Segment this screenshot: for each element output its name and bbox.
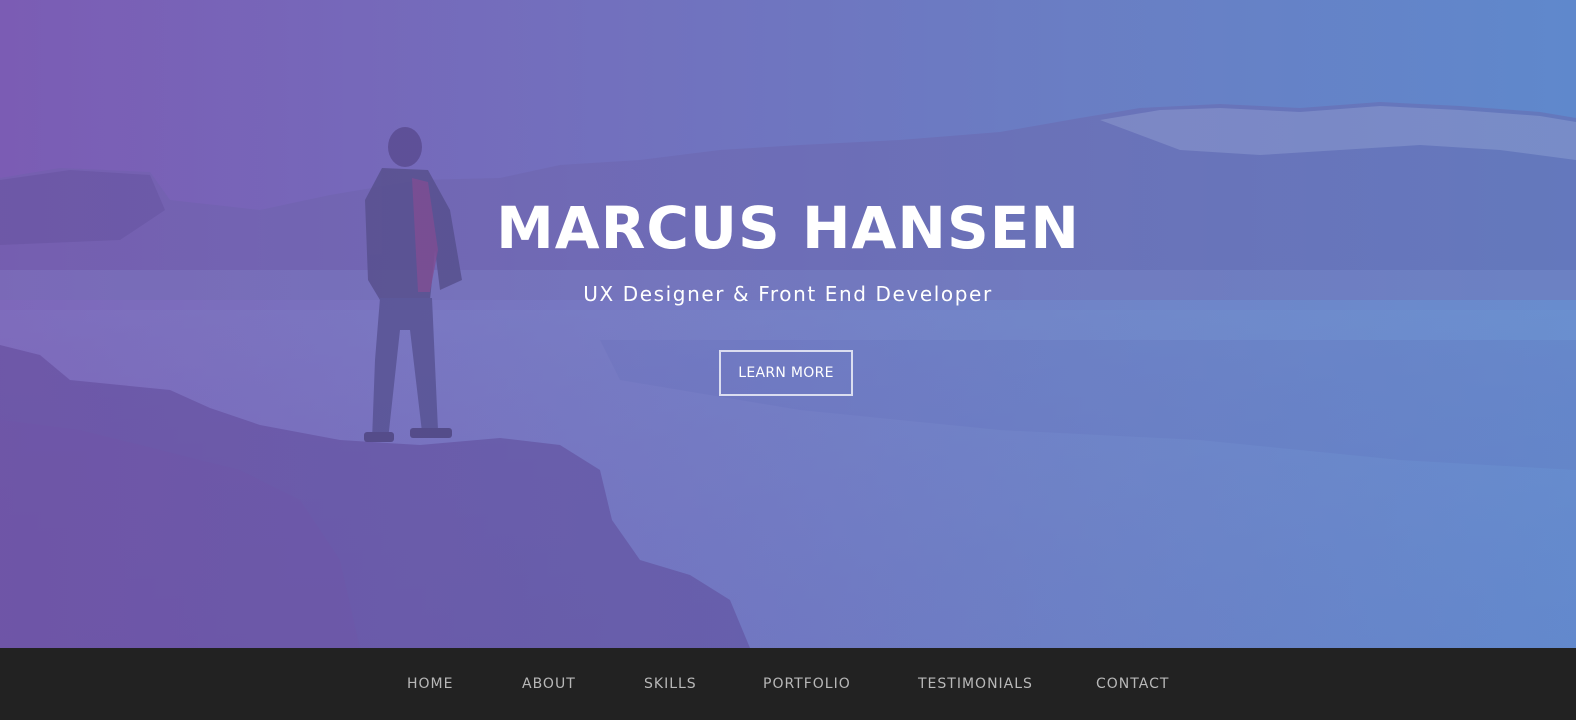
nav-item-about[interactable]: ABOUT bbox=[522, 648, 576, 720]
page: MARCUS HANSEN UX Designer & Front End De… bbox=[0, 0, 1576, 720]
nav-item-skills[interactable]: SKILLS bbox=[644, 648, 697, 720]
nav-item-testimonials[interactable]: TESTIMONIALS bbox=[918, 648, 1033, 720]
hero-content: MARCUS HANSEN UX Designer & Front End De… bbox=[0, 0, 1576, 648]
hero-section: MARCUS HANSEN UX Designer & Front End De… bbox=[0, 0, 1576, 648]
hero-title: MARCUS HANSEN bbox=[496, 194, 1080, 262]
hero-subtitle: UX Designer & Front End Developer bbox=[583, 282, 993, 306]
bottom-navbar: HOME ABOUT SKILLS PORTFOLIO TESTIMONIALS… bbox=[0, 648, 1576, 720]
learn-more-button[interactable]: LEARN MORE bbox=[719, 350, 853, 396]
nav-list: HOME ABOUT SKILLS PORTFOLIO TESTIMONIALS… bbox=[0, 648, 1576, 720]
nav-item-portfolio[interactable]: PORTFOLIO bbox=[763, 648, 851, 720]
nav-item-home[interactable]: HOME bbox=[407, 648, 453, 720]
nav-item-contact[interactable]: CONTACT bbox=[1096, 648, 1169, 720]
